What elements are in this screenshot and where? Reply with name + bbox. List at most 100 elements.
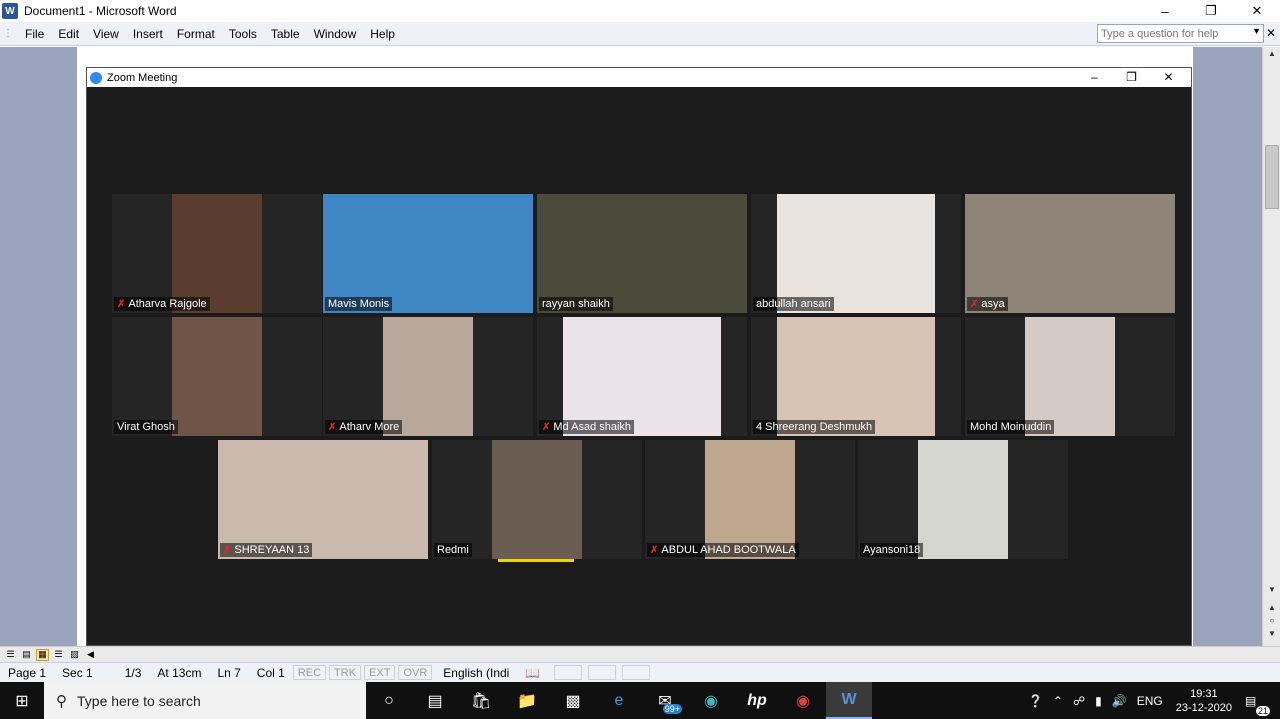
participant-tile[interactable]: Redmi: [432, 440, 642, 559]
edge-icon[interactable]: ◉: [688, 682, 734, 719]
battery-icon[interactable]: ▮: [1095, 694, 1102, 708]
minimize-icon[interactable]: –: [1142, 0, 1188, 22]
store-icon[interactable]: 🛍: [458, 682, 504, 719]
participant-tile[interactable]: ✗ Md Asad shaikh: [537, 317, 747, 436]
view-buttons: ☰ ▤ ▦ ☰ ▨ ◀: [4, 648, 97, 661]
participant-video: [537, 194, 747, 313]
file-explorer-icon[interactable]: 📁: [504, 682, 550, 719]
cortana-icon[interactable]: ○: [366, 682, 412, 719]
input-language[interactable]: ENG: [1137, 694, 1163, 708]
participant-tile[interactable]: ✗ asya: [965, 194, 1175, 313]
outline-view-icon[interactable]: ☰: [52, 649, 65, 661]
participant-tile[interactable]: rayyan shaikh: [537, 194, 747, 313]
zoom-minimize-icon[interactable]: –: [1076, 68, 1113, 87]
participant-name: ABDUL AHAD BOOTWALA: [661, 544, 796, 556]
menu-help[interactable]: Help: [370, 27, 395, 41]
scroll-thumb[interactable]: [1265, 145, 1279, 209]
menu-edit[interactable]: Edit: [58, 27, 79, 41]
photos-app-icon[interactable]: ▩: [550, 682, 596, 719]
mail-icon[interactable]: ✉ 99+: [642, 682, 688, 719]
web-view-icon[interactable]: ▤: [20, 649, 33, 661]
participant-tile[interactable]: Ayansoni18: [858, 440, 1068, 559]
close-icon[interactable]: ✕: [1234, 0, 1280, 22]
participant-name: abdullah ansari: [756, 298, 831, 310]
status-page: Page 1: [8, 665, 47, 680]
status-pages: 1/3: [124, 665, 142, 680]
taskbar-search-input[interactable]: ⚲ Type here to search: [44, 682, 366, 719]
zoom-title: Zoom Meeting: [107, 71, 178, 84]
normal-view-icon[interactable]: ☰: [4, 649, 17, 661]
scroll-down-icon[interactable]: ▼: [1263, 585, 1280, 594]
menu-view[interactable]: View: [93, 27, 119, 41]
chrome-icon[interactable]: ◉: [780, 682, 826, 719]
prev-page-icon[interactable]: ▲: [1263, 603, 1280, 612]
muted-mic-icon: ✗: [970, 298, 979, 310]
reading-view-icon[interactable]: ▨: [68, 649, 81, 661]
spelling-check-icon[interactable]: 📖: [517, 666, 548, 680]
internet-explorer-icon[interactable]: e: [596, 682, 642, 719]
menu-tools[interactable]: Tools: [229, 27, 257, 41]
participant-tile[interactable]: Mavis Monis: [323, 194, 533, 313]
print-layout-icon[interactable]: ▦: [36, 648, 49, 661]
participant-tile[interactable]: ✗ ABDUL AHAD BOOTWALA: [645, 440, 855, 559]
hp-icon[interactable]: hp: [734, 682, 780, 719]
muted-mic-icon: ✗: [542, 421, 551, 433]
zoom-close-icon[interactable]: ✕: [1150, 68, 1187, 87]
volume-icon[interactable]: 🔊: [1112, 694, 1127, 708]
status-ext[interactable]: EXT: [364, 665, 396, 680]
device-icon[interactable]: ☍: [1073, 694, 1085, 708]
browse-object-icon[interactable]: ○: [1263, 616, 1280, 625]
task-view-icon[interactable]: ▤: [412, 682, 458, 719]
status-blank-2: [588, 665, 617, 680]
participant-tile[interactable]: ✗ Atharv More: [323, 317, 533, 436]
word-app-icon[interactable]: W: [2, 3, 18, 19]
scroll-up-icon[interactable]: ▲: [1263, 49, 1280, 58]
word-title-bar: W Document1 - Microsoft Word – ❐ ✕: [0, 0, 1280, 22]
participant-name: 4 Shreerang Deshmukh: [756, 421, 873, 433]
next-page-icon[interactable]: ▼: [1263, 629, 1280, 638]
restore-icon[interactable]: ❐: [1188, 0, 1234, 22]
horizontal-scrollbar[interactable]: ☰ ▤ ▦ ☰ ▨ ◀: [0, 646, 1280, 662]
notification-icon[interactable]: ▤ 21: [1245, 694, 1275, 716]
clock-time: 19:31: [1190, 687, 1218, 700]
participant-tile[interactable]: abdullah ansari: [751, 194, 961, 313]
participant-tile[interactable]: Virat Ghosh: [112, 317, 322, 436]
chevron-up-icon[interactable]: ⌃: [1053, 694, 1063, 708]
menu-grip-icon[interactable]: ⋮: [3, 28, 13, 39]
participant-label: Mavis Monis: [325, 297, 393, 311]
menu-table[interactable]: Table: [271, 27, 300, 41]
windows-start-icon[interactable]: ⊞: [0, 682, 44, 719]
zoom-restore-icon[interactable]: ❐: [1113, 68, 1150, 87]
participant-video: [383, 317, 473, 436]
participant-video: [918, 440, 1008, 559]
taskbar: ⊞ ⚲ Type here to search ○ ▤ 🛍 📁 ▩ e ✉ 99+…: [0, 682, 1280, 719]
menu-format[interactable]: Format: [177, 27, 215, 41]
vertical-scrollbar[interactable]: ▲ ▼ ▲ ○ ▼: [1262, 47, 1280, 646]
participant-tile[interactable]: ✗ SHREYAAN 13: [218, 440, 428, 559]
scroll-left-icon[interactable]: ◀: [84, 649, 97, 661]
participant-name: Md Asad shaikh: [553, 421, 632, 433]
participant-label: rayyan shaikh: [539, 297, 613, 311]
status-ovr[interactable]: OVR: [398, 665, 433, 680]
participant-tile[interactable]: 4 Shreerang Deshmukh: [751, 317, 961, 436]
word-taskbar-icon[interactable]: W: [826, 682, 872, 719]
chevron-down-icon[interactable]: ▼: [1252, 26, 1261, 36]
participant-video: [777, 194, 935, 313]
participant-tile[interactable]: Mohd Moinuddin: [965, 317, 1175, 436]
participant-label: ✗ asya: [967, 297, 1008, 311]
status-trk[interactable]: TRK: [329, 665, 362, 680]
status-language[interactable]: English (Indi: [435, 666, 517, 680]
status-rec[interactable]: REC: [292, 665, 327, 680]
participant-video: [965, 194, 1175, 313]
participant-label: Ayansoni18: [860, 543, 924, 557]
participant-tile[interactable]: ✗ Atharva Rajgole: [112, 194, 322, 313]
help-search-input[interactable]: Type a question for help ▼: [1097, 24, 1264, 43]
zoom-window[interactable]: Zoom Meeting – ❐ ✕ ✗ Atharva Rajgole Mavis…: [86, 67, 1192, 646]
close-document-icon[interactable]: ✕: [1266, 26, 1276, 40]
menu-file[interactable]: File: [25, 27, 44, 41]
clock[interactable]: 19:31 23-12-2020: [1176, 687, 1232, 715]
menu-insert[interactable]: Insert: [133, 27, 163, 41]
help-icon[interactable]: ❔: [1028, 694, 1043, 708]
menu-window[interactable]: Window: [314, 27, 357, 41]
participant-video: [705, 440, 795, 559]
